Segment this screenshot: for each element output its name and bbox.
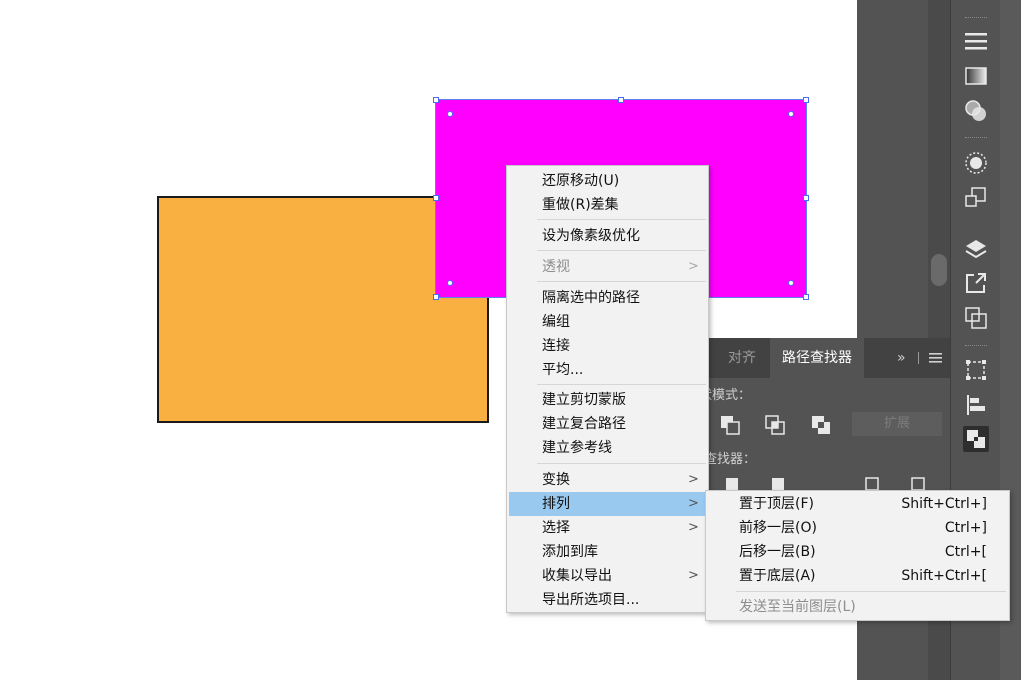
menu-item-label: 选择 (542, 520, 570, 536)
menu-item-select[interactable]: 选择 > (507, 516, 708, 540)
menu-item-label: 变换 (542, 472, 570, 488)
menu-item-label: 建立参考线 (542, 440, 612, 456)
submenu-arrow-icon: > (688, 568, 699, 583)
submenu-arrow-icon: > (688, 520, 699, 535)
menu-item-label: 透视 (542, 259, 570, 275)
shortcut-text: Shift+Ctrl+[ (901, 568, 987, 584)
submenu-item-label: 置于底层(A) (739, 568, 816, 584)
submenu-item-send-to-back[interactable]: 置于底层(A) Shift+Ctrl+[ (706, 564, 1009, 588)
arrange-submenu: 置于顶层(F) Shift+Ctrl+] 前移一层(O) Ctrl+] 后移一层(B… (705, 490, 1010, 621)
corner-radius-widget[interactable] (447, 280, 453, 286)
menu-item-label: 导出所选项目... (542, 592, 640, 608)
submenu-item-bring-forward[interactable]: 前移一层(O) Ctrl+] (706, 516, 1009, 540)
menu-item-label: 重做(R)差集 (542, 197, 619, 213)
submenu-item-send-backward[interactable]: 后移一层(B) Ctrl+[ (706, 540, 1009, 564)
menu-item-collect-for-export[interactable]: 收集以导出 > (507, 564, 708, 588)
submenu-item-label: 发送至当前图层(L) (739, 599, 856, 615)
menu-item-average[interactable]: 平均... (507, 358, 708, 382)
tab-align[interactable]: 对齐 (728, 338, 756, 378)
menu-item-add-to-library[interactable]: 添加到库 (507, 540, 708, 564)
menu-separator (537, 219, 706, 220)
menu-item-label: 平均... (542, 362, 584, 378)
shortcut-text: Shift+Ctrl+] (901, 496, 987, 512)
toolbar-grip[interactable] (965, 345, 987, 349)
menu-item-join[interactable]: 连接 (507, 334, 708, 358)
menu-item-label: 收集以导出 (542, 568, 612, 584)
menu-item-label: 排列 (542, 496, 570, 512)
menu-item-redo-minus[interactable]: 重做(R)差集 (507, 193, 708, 217)
intersect-icon[interactable] (764, 414, 786, 436)
menu-item-arrange[interactable]: 排列 > (509, 492, 706, 516)
graphic-styles-icon[interactable] (963, 185, 989, 211)
selection-handle[interactable] (803, 294, 809, 300)
menu-item-label: 建立剪切蒙版 (542, 392, 626, 408)
menu-item-label: 隔离选中的路径 (542, 290, 640, 306)
transform-icon[interactable] (963, 357, 989, 383)
panel-tab-bar: 对齐 路径查找器 » (700, 338, 950, 378)
menu-item-transform[interactable]: 变换 > (507, 468, 708, 492)
menu-item-label: 连接 (542, 338, 570, 354)
layers-icon[interactable] (963, 236, 989, 262)
selection-handle[interactable] (433, 294, 439, 300)
selection-handle[interactable] (803, 195, 809, 201)
submenu-item-bring-to-front[interactable]: 置于顶层(F) Shift+Ctrl+] (706, 492, 1009, 516)
corner-radius-widget[interactable] (788, 111, 794, 117)
panel-scrollbar-thumb[interactable] (931, 254, 947, 286)
align-icon[interactable] (963, 392, 989, 418)
tab-pathfinder[interactable]: 路径查找器 (770, 338, 864, 378)
selection-handle[interactable] (433, 97, 439, 103)
menu-separator (537, 250, 706, 251)
menu-item-make-guides[interactable]: 建立参考线 (507, 436, 708, 460)
menu-separator (537, 281, 706, 282)
selection-handle[interactable] (433, 195, 439, 201)
submenu-arrow-icon: > (688, 496, 699, 511)
submenu-item-label: 置于顶层(F) (739, 496, 814, 512)
toolbar-grip[interactable] (965, 137, 987, 141)
shortcut-text: Ctrl+[ (944, 544, 987, 560)
menu-item-clipping-mask[interactable]: 建立剪切蒙版 (507, 388, 708, 412)
export-icon[interactable] (963, 270, 989, 296)
menu-item-group[interactable]: 编组 (507, 310, 708, 334)
menu-item-compound-path[interactable]: 建立复合路径 (507, 412, 708, 436)
menu-separator (537, 384, 706, 385)
context-menu: 还原移动(U) 重做(R)差集 设为像素级优化 透视 > 隔离选中的路径 编组 连… (506, 165, 709, 613)
submenu-arrow-icon: > (688, 259, 699, 274)
gradient-icon[interactable] (963, 63, 989, 89)
menu-item-label: 还原移动(U) (542, 173, 620, 189)
selection-handle[interactable] (803, 97, 809, 103)
menu-item-perspective: 透视 > (507, 255, 708, 279)
menu-item-isolate-path[interactable]: 隔离选中的路径 (507, 286, 708, 310)
menu-item-export-selection[interactable]: 导出所选项目... (507, 588, 708, 612)
menu-item-pixel-optimize[interactable]: 设为像素级优化 (507, 224, 708, 248)
menu-item-undo-move[interactable]: 还原移动(U) (507, 169, 708, 193)
panel-menu-icon[interactable] (929, 338, 943, 378)
panel-collapse-icon[interactable]: » (897, 338, 906, 378)
exclude-icon[interactable] (810, 414, 832, 436)
submenu-separator (736, 591, 1006, 592)
submenu-arrow-icon: > (688, 472, 699, 487)
toolbar-grip[interactable] (965, 17, 987, 21)
artboards-icon[interactable] (963, 305, 989, 331)
submenu-item-label: 前移一层(O) (739, 520, 817, 536)
minus-front-icon[interactable] (719, 414, 741, 436)
corner-radius-widget[interactable] (447, 111, 453, 117)
transparency-icon[interactable] (963, 98, 989, 124)
menu-item-label: 建立复合路径 (542, 416, 626, 432)
menu-item-label: 编组 (542, 314, 570, 330)
tab-divider (918, 352, 919, 364)
expand-button[interactable]: 扩展 (852, 412, 942, 436)
pathfinder-icon[interactable] (963, 426, 989, 452)
submenu-item-label: 后移一层(B) (739, 544, 816, 560)
menu-item-label: 设为像素级优化 (542, 228, 640, 244)
menu-item-label: 添加到库 (542, 544, 598, 560)
appearance-sun-icon[interactable] (963, 150, 989, 176)
menu-separator (537, 463, 706, 464)
corner-radius-widget[interactable] (788, 280, 794, 286)
shortcut-text: Ctrl+] (944, 520, 987, 536)
selection-handle[interactable] (618, 97, 624, 103)
submenu-item-send-to-current-layer: 发送至当前图层(L) (706, 595, 1009, 619)
menu-lines-icon[interactable] (963, 28, 989, 54)
pathfinder-panel: 对齐 路径查找器 » 形状模式： 扩展 路径查找器： (678, 338, 950, 498)
